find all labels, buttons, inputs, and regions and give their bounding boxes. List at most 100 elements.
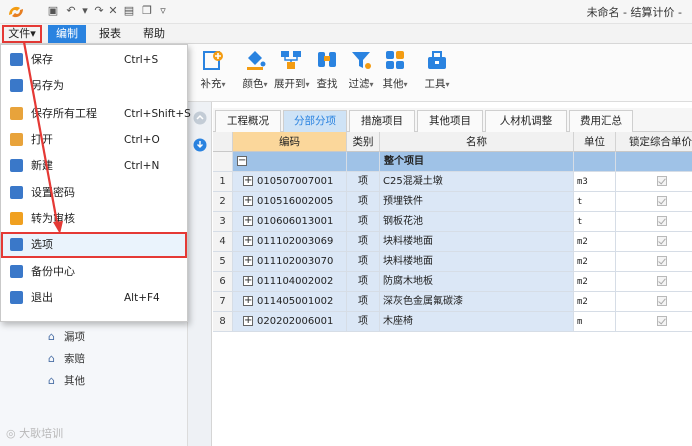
lock-checkbox[interactable] [657,276,667,286]
expand-row-icon[interactable]: + [243,196,253,206]
file-menu-item[interactable]: 另存为 [1,73,187,99]
customize-quick-icon[interactable]: ▿ [156,4,170,18]
tab-sub-items[interactable]: 分部分项 [283,110,347,132]
download-icon[interactable] [193,138,207,152]
expand-row-icon[interactable]: + [243,316,253,326]
tab-project-overview[interactable]: 工程概况 [215,110,281,132]
copy-icon[interactable]: ❐ [140,4,154,18]
file-menu-item[interactable]: 备份中心 [1,259,187,285]
row-name[interactable]: 块料楼地面 [380,252,574,272]
file-menu-item[interactable]: 新建 Ctrl+N [1,153,187,179]
row-lock-cell[interactable] [616,272,692,292]
lock-checkbox[interactable] [657,256,667,266]
header-type[interactable]: 类别 [347,132,380,152]
collapse-toggle-icon[interactable]: − [237,156,247,166]
menu-file[interactable]: 文件▾ [2,25,42,43]
menu-help[interactable]: 帮助 [136,25,172,43]
lock-checkbox[interactable] [657,296,667,306]
row-unit[interactable]: m2 [574,272,616,292]
row-code[interactable]: +010516002005 [233,192,347,212]
row-unit[interactable]: m2 [574,252,616,272]
row-unit[interactable]: m [574,312,616,332]
expand-row-icon[interactable]: + [243,256,253,266]
menu-report[interactable]: 报表 [92,25,128,43]
expand-row-icon[interactable]: + [243,276,253,286]
row-unit[interactable]: m2 [574,292,616,312]
row-code[interactable]: +010606013001 [233,212,347,232]
other-button[interactable]: 其他▾ [378,48,412,98]
expand-row-icon[interactable]: + [243,296,253,306]
tools-button[interactable]: 工具▾ [420,48,454,98]
expand-row-icon[interactable]: + [243,236,253,246]
row-name[interactable]: 钢板花池 [380,212,574,232]
file-menu-item[interactable]: 保存所有工程 Ctrl+Shift+S [1,101,191,127]
row-unit[interactable]: m3 [574,172,616,192]
row-lock-cell[interactable] [616,212,692,232]
undo-dropdown-icon[interactable]: ▾ [78,4,92,18]
row-code[interactable]: +011405001002 [233,292,347,312]
row-type[interactable]: 项 [347,172,380,192]
row-code[interactable]: +011102003069 [233,232,347,252]
save-quick-icon[interactable]: ▣ [46,4,60,18]
row-name[interactable]: 深灰色金属氟碳漆 [380,292,574,312]
group-row-toggle-cell[interactable]: − [233,152,347,172]
row-type[interactable]: 项 [347,252,380,272]
row-name[interactable]: 预埋铁件 [380,192,574,212]
row-lock-cell[interactable] [616,172,692,192]
tab-cost-summary[interactable]: 费用汇总 [569,110,633,132]
file-menu-item[interactable]: 设置密码 [1,180,187,206]
lock-checkbox[interactable] [657,216,667,226]
file-menu-item[interactable]: 转为审核 [1,206,187,232]
tab-labor-material-adjust[interactable]: 人材机调整 [485,110,567,132]
expand-row-icon[interactable]: + [243,216,253,226]
row-name[interactable]: 块料楼地面 [380,232,574,252]
row-code[interactable]: +011102003070 [233,252,347,272]
header-unit[interactable]: 单位 [574,132,616,152]
expand-row-icon[interactable]: + [243,176,253,186]
row-name[interactable]: C25混凝土墩 [380,172,574,192]
row-type[interactable]: 项 [347,312,380,332]
row-type[interactable]: 项 [347,292,380,312]
row-lock-cell[interactable] [616,192,692,212]
filter-button[interactable]: 过滤▾ [344,48,378,98]
row-name[interactable]: 防腐木地板 [380,272,574,292]
row-type[interactable]: 项 [347,212,380,232]
row-unit[interactable]: t [574,212,616,232]
lock-checkbox[interactable] [657,176,667,186]
row-type[interactable]: 项 [347,232,380,252]
row-lock-cell[interactable] [616,232,692,252]
lock-checkbox[interactable] [657,196,667,206]
tree-item-claim[interactable]: ⌂ 索赔 [48,351,85,367]
row-code[interactable]: +020202006001 [233,312,347,332]
undo-icon[interactable]: ↶ [64,4,78,18]
file-menu-item[interactable]: 保存 Ctrl+S [1,47,187,73]
expand-to-button[interactable]: 展开到▾ [274,48,310,98]
tree-item-missing[interactable]: ⌂ 漏项 [48,329,85,345]
collapse-panel-icon[interactable] [193,111,207,125]
tree-item-other[interactable]: ⌂ 其他 [48,373,85,389]
tab-measures[interactable]: 措施项目 [349,110,415,132]
color-button[interactable]: 颜色▾ [238,48,272,98]
redo-icon[interactable]: ↷ [92,4,106,18]
lock-checkbox[interactable] [657,236,667,246]
menu-edit[interactable]: 编制 [48,25,86,43]
file-menu-item[interactable]: 选项 [1,232,187,258]
clipboard-icon[interactable]: ▤ [122,4,136,18]
row-lock-cell[interactable] [616,252,692,272]
row-type[interactable]: 项 [347,192,380,212]
header-name[interactable]: 名称 [380,132,574,152]
supplement-button[interactable]: 补充▾ [196,48,230,98]
close-project-icon[interactable]: ✕ [106,4,120,18]
header-code[interactable]: 编码 [233,132,347,152]
row-lock-cell[interactable] [616,312,692,332]
row-unit[interactable]: t [574,192,616,212]
row-lock-cell[interactable] [616,292,692,312]
row-code[interactable]: +010507007001 [233,172,347,192]
row-code[interactable]: +011104002002 [233,272,347,292]
file-menu-item[interactable]: 打开 Ctrl+O [1,127,187,153]
find-button[interactable]: 查找 [310,48,344,98]
header-lock-price[interactable]: 锁定综合单价 [616,132,692,152]
row-name[interactable]: 木座椅 [380,312,574,332]
row-unit[interactable]: m2 [574,232,616,252]
row-type[interactable]: 项 [347,272,380,292]
